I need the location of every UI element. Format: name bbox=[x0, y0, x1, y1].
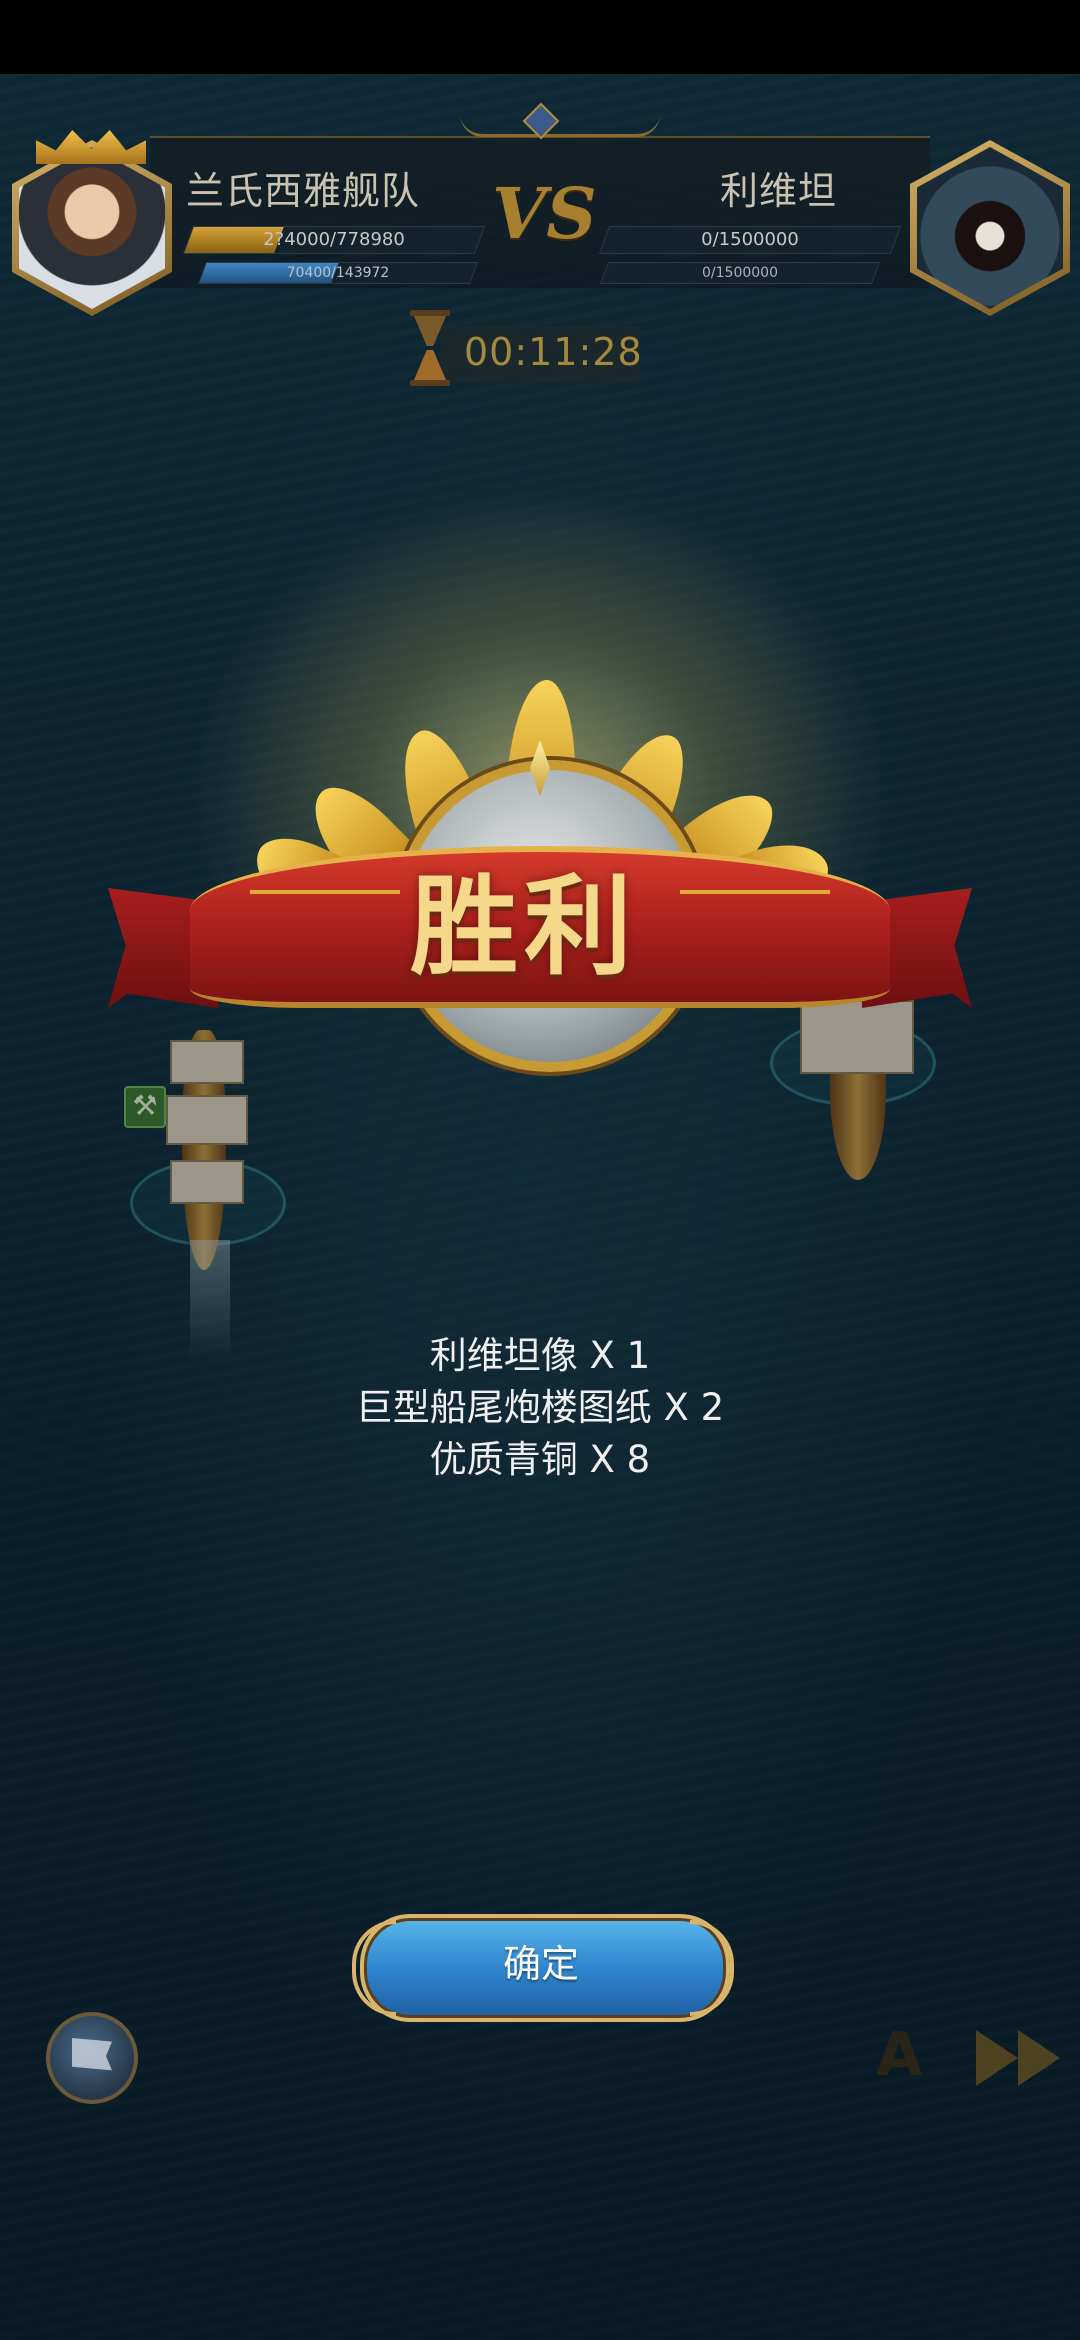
status-bar bbox=[0, 0, 1080, 74]
hourglass-icon bbox=[410, 310, 450, 386]
reward-list: 利维坦像 X 1 巨型船尾炮楼图纸 X 2 优质青铜 X 8 bbox=[0, 1330, 1080, 1486]
ribbon-ornament bbox=[680, 890, 830, 894]
enemy-hp-text: 0/1500000 bbox=[701, 229, 799, 250]
ribbon-ornament bbox=[250, 890, 400, 894]
confirm-button-label[interactable]: 确定 bbox=[360, 1914, 722, 2014]
victory-title: 胜利 bbox=[410, 864, 639, 990]
enemy-mp-text: 0/1500000 bbox=[702, 265, 778, 281]
player-portrait[interactable] bbox=[12, 140, 172, 316]
auto-battle-button[interactable]: A bbox=[876, 2020, 922, 2090]
flag-icon bbox=[72, 2038, 112, 2071]
header-ornament bbox=[460, 114, 660, 137]
vs-label: VS bbox=[492, 172, 597, 255]
enemy-mp-bar: 0/1500000 bbox=[599, 262, 881, 284]
reward-item: 巨型船尾炮楼图纸 X 2 bbox=[355, 1386, 725, 1429]
reward-item: 利维坦像 X 1 bbox=[429, 1334, 651, 1377]
enemy-team-name: 利维坦 bbox=[720, 169, 838, 213]
enemy-hp-bar: 0/1500000 bbox=[598, 226, 902, 254]
player-mp-bar: 70400/143972 bbox=[197, 262, 479, 284]
player-hp-text: 2?4000/778980 bbox=[263, 229, 405, 250]
surrender-flag-button[interactable] bbox=[46, 2012, 138, 2104]
battle-timer: 00:11:28 bbox=[464, 330, 643, 374]
player-team-name: 兰氏西雅舰队 bbox=[186, 169, 421, 213]
enemy-portrait[interactable] bbox=[910, 140, 1070, 316]
player-mp-text: 70400/143972 bbox=[286, 265, 390, 281]
fast-forward-icon[interactable] bbox=[976, 2030, 1066, 2086]
player-hp-bar: 2?4000/778980 bbox=[182, 226, 486, 254]
reward-item: 优质青铜 X 8 bbox=[429, 1438, 651, 1481]
